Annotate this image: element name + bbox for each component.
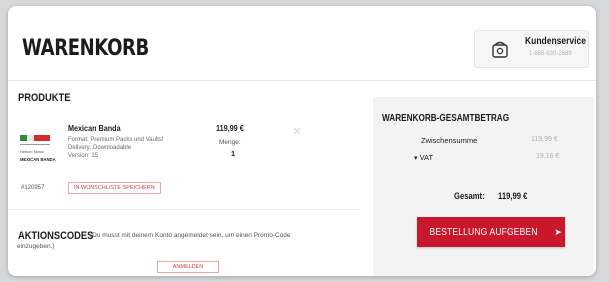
- close-icon: [293, 127, 301, 135]
- vat-label: VAT: [419, 153, 434, 162]
- place-order-button[interactable]: BESTELLUNG AUFGEBEN ➤: [417, 217, 565, 247]
- product-price: 119,99 €: [216, 123, 244, 133]
- vat-toggle[interactable]: ▾ VAT: [414, 153, 433, 162]
- arrow-right-icon: ➤: [554, 226, 562, 237]
- products-heading: PRODUKTE: [18, 92, 71, 104]
- total-label: Gesamt:: [454, 191, 485, 201]
- promo-heading: AKTIONSCODES: [18, 230, 94, 242]
- page-title: WARENKORB: [22, 36, 149, 61]
- products-panel: PRODUKTE Nelson Music MEXICAN BANDA Mexi…: [8, 81, 360, 276]
- total-value: 119,99 €: [498, 191, 528, 201]
- save-to-wishlist-button[interactable]: IN WUNSCHLISTE SPEICHERN: [68, 182, 161, 194]
- quantity-value[interactable]: 1: [231, 149, 235, 158]
- customer-service-box[interactable]: Kundenservice 1-866-630-2689: [474, 30, 589, 68]
- phone-icon: [492, 41, 508, 58]
- remove-item-button[interactable]: [291, 124, 303, 136]
- product-delivery: Delivery: Downloadable: [68, 145, 132, 151]
- customer-service-phone: 1-866-630-2689: [529, 51, 572, 57]
- cart-total-heading: WARENKORB-GESAMTBETRAG: [382, 113, 510, 124]
- promo-note-line1: (Du musst mit deinem Konto angemeldet se…: [90, 232, 291, 239]
- product-name[interactable]: Mexican Banda: [68, 123, 121, 133]
- promo-divider: [8, 209, 360, 210]
- customer-service-label: Kundenservice: [525, 36, 586, 47]
- quantity-label: Menge:: [219, 139, 241, 146]
- cart-card: WARENKORB Kundenservice 1-866-630-2689 P…: [8, 6, 596, 276]
- thumb-title: MEXICAN BANDA: [20, 157, 56, 162]
- thumb-brand: Nelson Music: [20, 149, 44, 154]
- vat-value: 19,16 €: [536, 153, 560, 160]
- chevron-down-icon: ▾: [414, 155, 418, 162]
- promo-note-line2: einzugeben.): [17, 243, 55, 250]
- login-button[interactable]: ANMELDEN: [157, 261, 219, 273]
- subtotal-value: 119,99 €: [531, 136, 558, 143]
- product-sku: #120957: [21, 185, 45, 191]
- product-thumbnail[interactable]: Nelson Music MEXICAN BANDA: [18, 126, 56, 170]
- product-format: Format: Premium Packs und Vaults!: [68, 137, 164, 143]
- place-order-label: BESTELLUNG AUFGEBEN: [429, 226, 538, 238]
- cart-total-panel: WARENKORB-GESAMTBETRAG Zwischensumme 119…: [373, 97, 594, 276]
- product-version: Version: 15: [68, 153, 99, 159]
- subtotal-label: Zwischensumme: [421, 136, 478, 145]
